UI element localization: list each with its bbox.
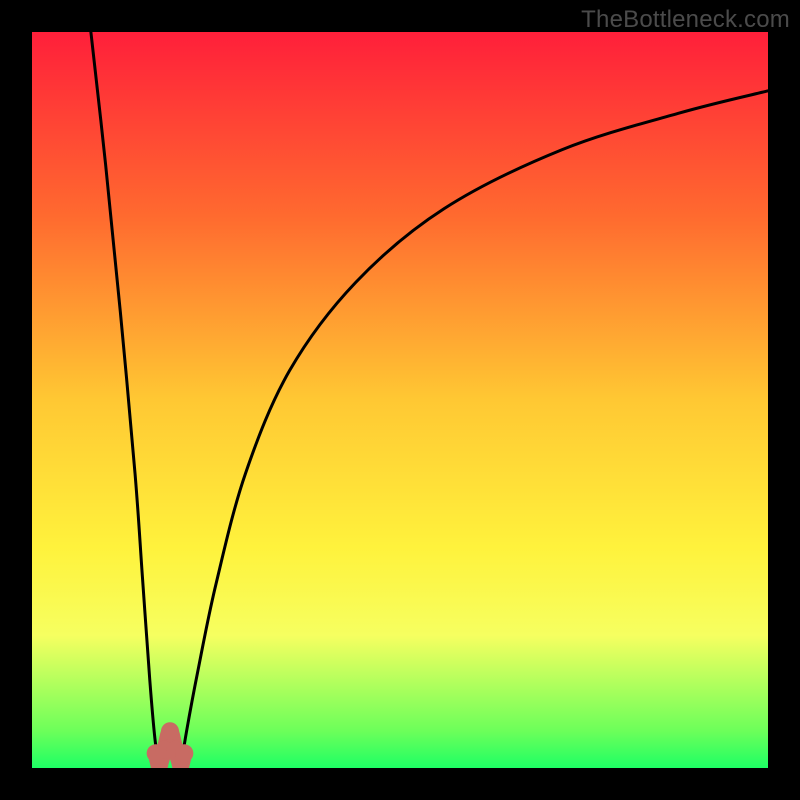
plot-area <box>32 32 768 768</box>
chart-canvas <box>32 32 768 768</box>
optimum-marker <box>161 722 179 740</box>
watermark-text: TheBottleneck.com <box>581 6 790 34</box>
gradient-background <box>32 32 768 768</box>
optimum-marker <box>175 744 193 762</box>
chart-frame: TheBottleneck.com <box>0 0 800 800</box>
